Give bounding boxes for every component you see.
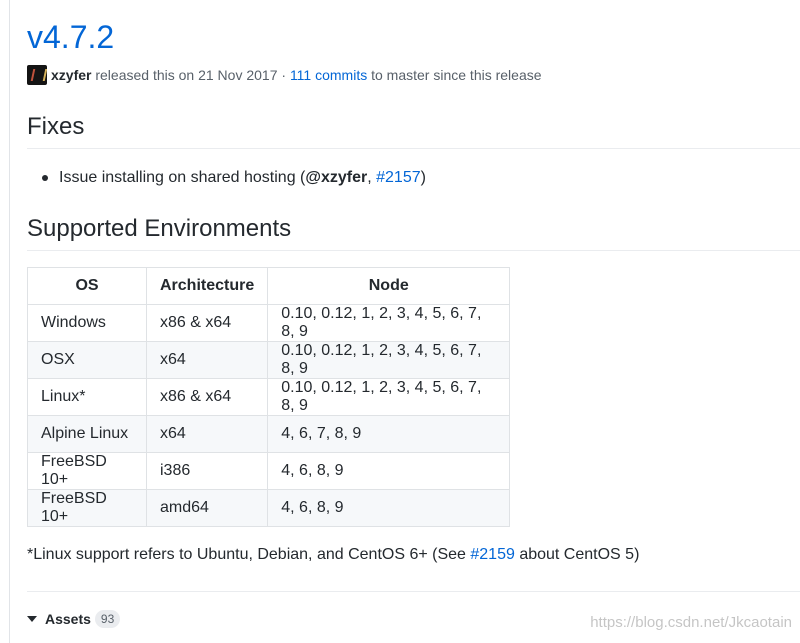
released-text: released this on 21 Nov 2017 · [95,67,287,83]
cell-os: Windows [27,304,147,342]
cell-architecture: amd64 [145,489,269,527]
cell-node: 4, 6, 8, 9 [267,489,511,527]
user-mention[interactable]: @xzyfer [305,169,367,186]
cell-os: Linux* [27,378,147,416]
cell-os: FreeBSD 10+ [27,452,147,490]
assets-count-badge: 93 [94,610,121,628]
cell-architecture: x86 & x64 [145,378,269,416]
cell-architecture: x64 [145,415,269,453]
environments-table: OS Architecture Node Windows x86 & x64 0… [27,267,511,527]
cell-node: 0.10, 0.12, 1, 2, 3, 4, 5, 6, 7, 8, 9 [267,341,511,379]
commits-link[interactable]: 111 commits [290,67,367,83]
table-row: Alpine Linux x64 4, 6, 7, 8, 9 [27,415,511,453]
fix-text: Issue installing on shared hosting ( [59,169,306,186]
caret-down-icon [27,616,37,622]
issue-link[interactable]: #2157 [376,169,421,186]
environments-heading: Supported Environments [27,213,800,251]
assets-label: Assets [45,611,91,627]
watermark: https://blog.csdn.net/Jkcaotain [590,614,792,631]
cell-node: 4, 6, 8, 9 [267,452,511,490]
footnote-text: *Linux support refers to Ubuntu, Debian,… [27,546,471,563]
table-row: Linux* x86 & x64 0.10, 0.12, 1, 2, 3, 4,… [27,378,511,416]
release-title-link[interactable]: v4.7.2 [27,17,114,57]
fixes-heading: Fixes [27,112,800,149]
separator-text: , [367,169,377,186]
cell-node: 0.10, 0.12, 1, 2, 3, 4, 5, 6, 7, 8, 9 [267,378,511,416]
cell-architecture: x86 & x64 [145,304,269,342]
divider [27,591,800,592]
author-link[interactable]: xzyfer [51,67,91,83]
cell-architecture: x64 [145,341,269,379]
list-item: Issue installing on shared hosting (@xzy… [39,167,426,189]
cell-os: FreeBSD 10+ [27,489,147,527]
column-header-architecture: Architecture [145,267,269,305]
left-border-line [9,0,10,643]
table-header-row: OS Architecture Node [27,267,511,305]
linux-footnote: *Linux support refers to Ubuntu, Debian,… [27,544,639,566]
cell-node: 4, 6, 7, 8, 9 [267,415,511,453]
cell-os: Alpine Linux [27,415,147,453]
commits-suffix: to master since this release [371,67,542,83]
column-header-node: Node [267,267,511,305]
footnote-suffix: about CentOS 5) [514,546,640,563]
cell-node: 0.10, 0.12, 1, 2, 3, 4, 5, 6, 7, 8, 9 [267,304,511,342]
column-header-os: OS [27,267,147,305]
fixes-list: Issue installing on shared hosting (@xzy… [39,167,426,189]
closing-paren: ) [420,169,426,186]
avatar[interactable] [27,65,47,85]
cell-os: OSX [27,341,147,379]
table-row: FreeBSD 10+ i386 4, 6, 8, 9 [27,452,511,490]
cell-architecture: i386 [145,452,269,490]
assets-toggle[interactable]: Assets 93 [27,608,121,630]
release-meta: xzyfer released this on 21 Nov 2017 · 11… [27,65,542,85]
table-row: OSX x64 0.10, 0.12, 1, 2, 3, 4, 5, 6, 7,… [27,341,511,379]
footnote-issue-link[interactable]: #2159 [470,546,515,563]
table-row: FreeBSD 10+ amd64 4, 6, 8, 9 [27,489,511,527]
table-row: Windows x86 & x64 0.10, 0.12, 1, 2, 3, 4… [27,304,511,342]
